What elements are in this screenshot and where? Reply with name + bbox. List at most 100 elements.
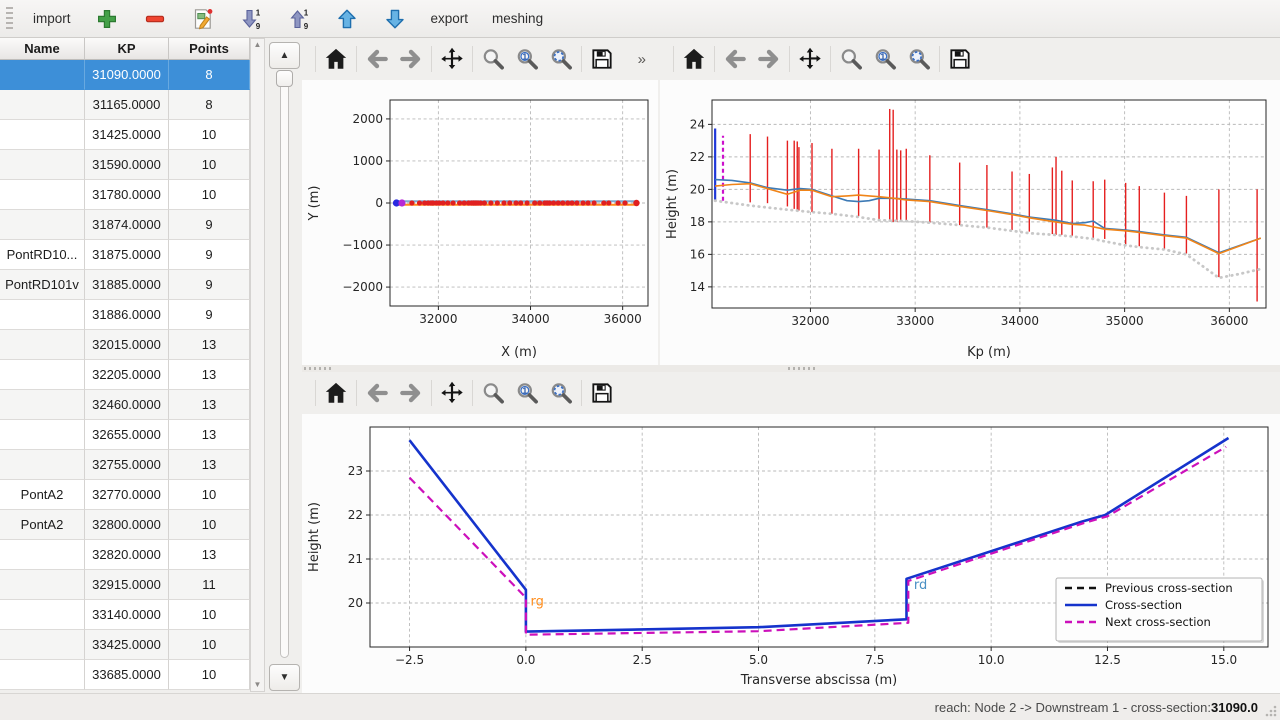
column-header-points[interactable]: Points — [169, 38, 250, 60]
table-cell[interactable]: 13 — [169, 420, 250, 450]
move-up-button[interactable] — [329, 4, 365, 34]
table-row[interactable]: 32915.000011 — [0, 570, 250, 600]
table-cell[interactable]: 32460.0000 — [85, 390, 169, 420]
table-cell[interactable]: 9 — [169, 300, 250, 330]
table-cell[interactable]: 13 — [169, 330, 250, 360]
table-cell[interactable]: 10 — [169, 480, 250, 510]
table-cell[interactable]: 31590.0000 — [85, 150, 169, 180]
table-row[interactable]: 31874.00009 — [0, 210, 250, 240]
table-cell[interactable]: 31885.0000 — [85, 270, 169, 300]
pan-button[interactable] — [793, 42, 827, 76]
table-cell[interactable] — [0, 450, 85, 480]
table-row[interactable]: 32460.000013 — [0, 390, 250, 420]
table-row[interactable]: 32205.000013 — [0, 360, 250, 390]
table-row[interactable]: 31425.000010 — [0, 120, 250, 150]
table-row[interactable]: 32015.000013 — [0, 330, 250, 360]
table-cell[interactable] — [0, 630, 85, 660]
table-cell[interactable]: 31165.0000 — [85, 90, 169, 120]
row-slider-thumb[interactable] — [276, 70, 293, 87]
table-cell[interactable]: 32205.0000 — [85, 360, 169, 390]
table-cell[interactable] — [0, 120, 85, 150]
table-row[interactable]: 31165.00008 — [0, 90, 250, 120]
table-cell[interactable] — [0, 180, 85, 210]
table-cell[interactable] — [0, 360, 85, 390]
resize-grip[interactable] — [1264, 704, 1278, 718]
home-button[interactable] — [319, 42, 353, 76]
table-cell[interactable]: 9 — [169, 270, 250, 300]
row-slider-down-button[interactable]: ▼ — [269, 664, 300, 691]
longitudinal-profile-plot[interactable]: 3200033000340003500036000141618202224Kp … — [660, 80, 1280, 365]
table-row[interactable]: 31090.00008 — [0, 60, 250, 90]
home-button[interactable] — [319, 376, 353, 410]
toolbar-grip[interactable] — [6, 7, 13, 31]
zoom-fit-button[interactable] — [902, 42, 936, 76]
cross-section-plot[interactable]: rgrd−2.50.02.55.07.510.012.515.020212223… — [302, 414, 1280, 693]
table-cell[interactable]: 10 — [169, 120, 250, 150]
table-cell[interactable]: 31886.0000 — [85, 300, 169, 330]
zoom-button[interactable] — [834, 42, 868, 76]
table-row[interactable]: 32755.000013 — [0, 450, 250, 480]
table-cell[interactable]: 10 — [169, 150, 250, 180]
zoom-fit-button[interactable] — [544, 376, 578, 410]
back-button[interactable] — [360, 42, 394, 76]
table-cell[interactable]: 32770.0000 — [85, 480, 169, 510]
table-cell[interactable] — [0, 60, 85, 90]
sort-ascending-button[interactable]: 19 — [281, 4, 317, 34]
table-cell[interactable]: 11 — [169, 570, 250, 600]
row-slider-up-button[interactable]: ▲ — [269, 42, 300, 69]
table-cell[interactable] — [0, 660, 85, 690]
toolbar-overflow-button[interactable]: » — [632, 49, 652, 70]
zoom-one-button[interactable]: 1 — [868, 42, 902, 76]
plan-view-plot[interactable]: 320003400036000−2000−1000010002000X (m)Y… — [302, 80, 658, 365]
table-row[interactable]: 33425.000010 — [0, 630, 250, 660]
table-cell[interactable]: 9 — [169, 210, 250, 240]
table-cell[interactable]: PontA2 — [0, 510, 85, 540]
table-cell[interactable] — [0, 390, 85, 420]
table-cell[interactable] — [0, 300, 85, 330]
save-button[interactable] — [585, 376, 619, 410]
splitter-handle[interactable] — [304, 367, 334, 370]
table-row[interactable]: 31886.00009 — [0, 300, 250, 330]
table-cell[interactable]: 9 — [169, 240, 250, 270]
save-button[interactable] — [943, 42, 977, 76]
table-row[interactable]: 33685.000010 — [0, 660, 250, 690]
forward-button[interactable] — [752, 42, 786, 76]
back-button[interactable] — [360, 376, 394, 410]
table-cell[interactable]: 33685.0000 — [85, 660, 169, 690]
zoom-one-button[interactable]: 1 — [510, 42, 544, 76]
splitter-handle[interactable] — [788, 367, 818, 370]
table-row[interactable]: 31590.000010 — [0, 150, 250, 180]
zoom-button[interactable] — [476, 42, 510, 76]
table-cell[interactable]: 32755.0000 — [85, 450, 169, 480]
table-row[interactable]: 33140.000010 — [0, 600, 250, 630]
table-cell[interactable]: 32800.0000 — [85, 510, 169, 540]
table-cell[interactable]: 10 — [169, 600, 250, 630]
table-cell[interactable]: PontA2 — [0, 480, 85, 510]
table-cell[interactable]: PontRD10... — [0, 240, 85, 270]
scroll-up-icon[interactable]: ▲ — [254, 39, 262, 51]
table-cell[interactable]: 8 — [169, 60, 250, 90]
table-row[interactable]: 31780.000010 — [0, 180, 250, 210]
table-cell[interactable]: 33140.0000 — [85, 600, 169, 630]
zoom-button[interactable] — [476, 376, 510, 410]
table-row[interactable]: PontRD101v31885.00009 — [0, 270, 250, 300]
forward-button[interactable] — [394, 42, 428, 76]
table-cell[interactable]: 13 — [169, 450, 250, 480]
table-cell[interactable]: 10 — [169, 660, 250, 690]
table-cell[interactable]: PontRD101v — [0, 270, 85, 300]
table-row[interactable]: 32820.000013 — [0, 540, 250, 570]
table-cell[interactable]: 13 — [169, 390, 250, 420]
table-cell[interactable]: 32820.0000 — [85, 540, 169, 570]
horizontal-splitter[interactable] — [302, 365, 1280, 372]
table-row[interactable]: PontRD10...31875.00009 — [0, 240, 250, 270]
sort-descending-button[interactable]: 19 — [233, 4, 269, 34]
table-cell[interactable]: 31874.0000 — [85, 210, 169, 240]
column-header-name[interactable]: Name — [0, 38, 85, 60]
table-cell[interactable]: 13 — [169, 360, 250, 390]
table-cell[interactable]: 13 — [169, 540, 250, 570]
table-cell[interactable]: 31090.0000 — [85, 60, 169, 90]
table-cell[interactable]: 33425.0000 — [85, 630, 169, 660]
table-cell[interactable] — [0, 90, 85, 120]
table-row[interactable]: PontA232770.000010 — [0, 480, 250, 510]
table-row[interactable]: PontA232800.000010 — [0, 510, 250, 540]
